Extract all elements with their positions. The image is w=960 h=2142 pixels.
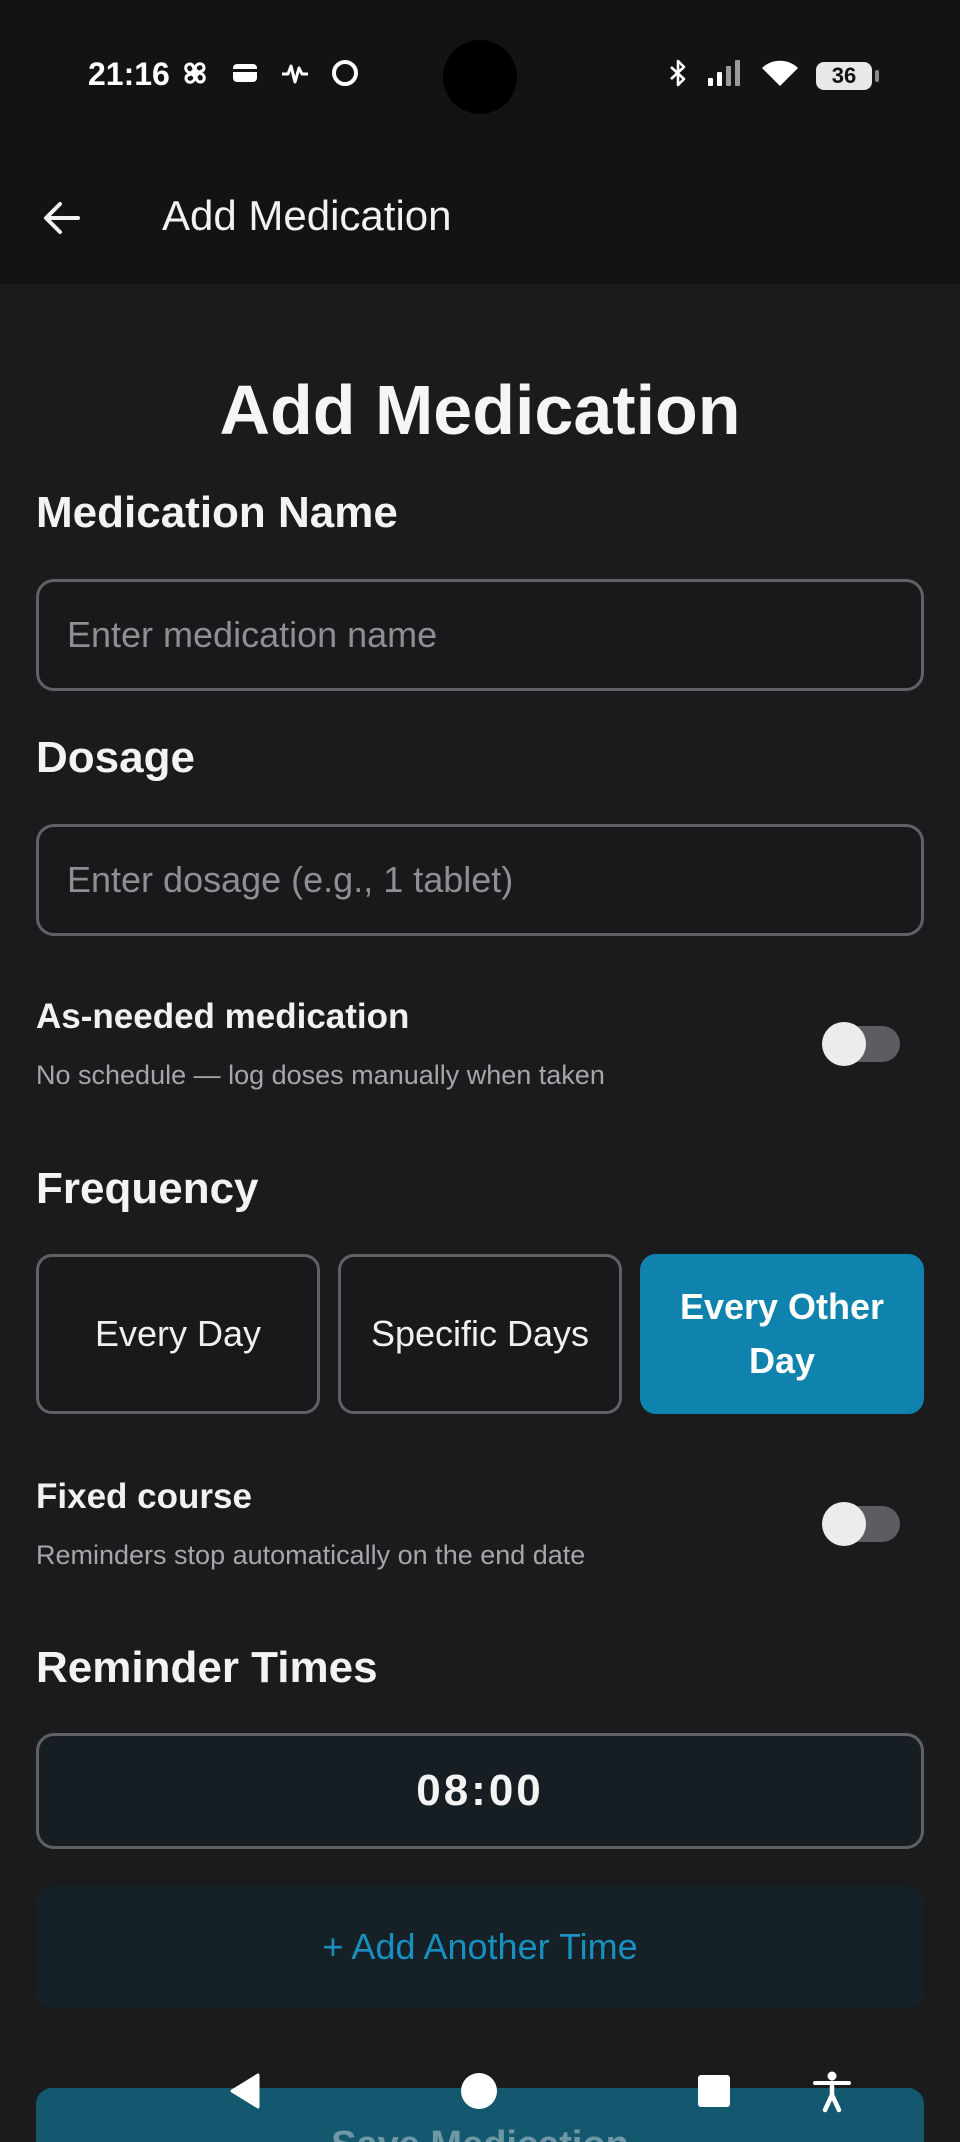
activity-icon [280,58,310,88]
toggle-knob [822,1022,866,1066]
status-system-icons: 36 [666,58,879,93]
battery-icon: 36 [816,61,879,90]
app-bar-title: Add Medication [162,192,452,239]
dosage-label: Dosage [36,733,195,782]
wifi-icon [760,58,800,93]
recents-square-icon [698,2075,730,2107]
fixed-course-title: Fixed course [36,1477,252,1516]
frequency-every-day-button[interactable]: Every Day [36,1254,320,1414]
frequency-label: Frequency [36,1164,259,1213]
screen: 21:16 36 Add Medication Add Medication M… [0,0,960,2142]
accessibility-icon [813,2071,851,2113]
status-notification-icons [180,58,360,88]
medication-name-label: Medication Name [36,488,398,537]
nav-recents-button[interactable] [679,2056,749,2126]
dosage-input[interactable] [36,824,924,936]
medication-name-input[interactable] [36,579,924,691]
camera-cutout [443,40,517,114]
back-button[interactable] [30,186,94,250]
nav-accessibility-button[interactable] [797,2056,867,2126]
arrow-left-icon [44,202,80,234]
as-needed-toggle[interactable] [822,1022,900,1066]
back-triangle-icon [230,2073,260,2109]
frequency-every-other-day-button[interactable]: Every Other Day [640,1254,924,1414]
fixed-course-subtitle: Reminders stop automatically on the end … [36,1540,586,1570]
nav-back-button[interactable] [211,2056,281,2126]
fixed-course-toggle[interactable] [822,1502,900,1546]
add-another-time-button[interactable]: + Add Another Time [36,1886,924,2008]
toggle-knob [822,1502,866,1546]
status-bar: 21:16 36 [0,0,960,152]
pinwheel-icon [180,58,210,88]
reminder-times-label: Reminder Times [36,1643,378,1692]
signal-icon [706,58,744,93]
frequency-specific-days-button[interactable]: Specific Days [338,1254,622,1414]
bluetooth-icon [666,58,690,93]
as-needed-subtitle: No schedule — log doses manually when ta… [36,1060,605,1090]
system-navigation-bar [0,2040,960,2142]
wallet-icon [230,58,260,88]
nav-home-button[interactable] [444,2056,514,2126]
app-bar: Add Medication [0,152,960,284]
status-time: 21:16 [88,56,170,92]
reminder-time-field[interactable]: 08:00 [36,1733,924,1849]
home-circle-icon [461,2073,497,2109]
page-title: Add Medication [219,371,741,449]
battery-level: 36 [831,62,857,88]
circle-notification-icon [330,58,360,88]
as-needed-title: As-needed medication [36,997,410,1036]
